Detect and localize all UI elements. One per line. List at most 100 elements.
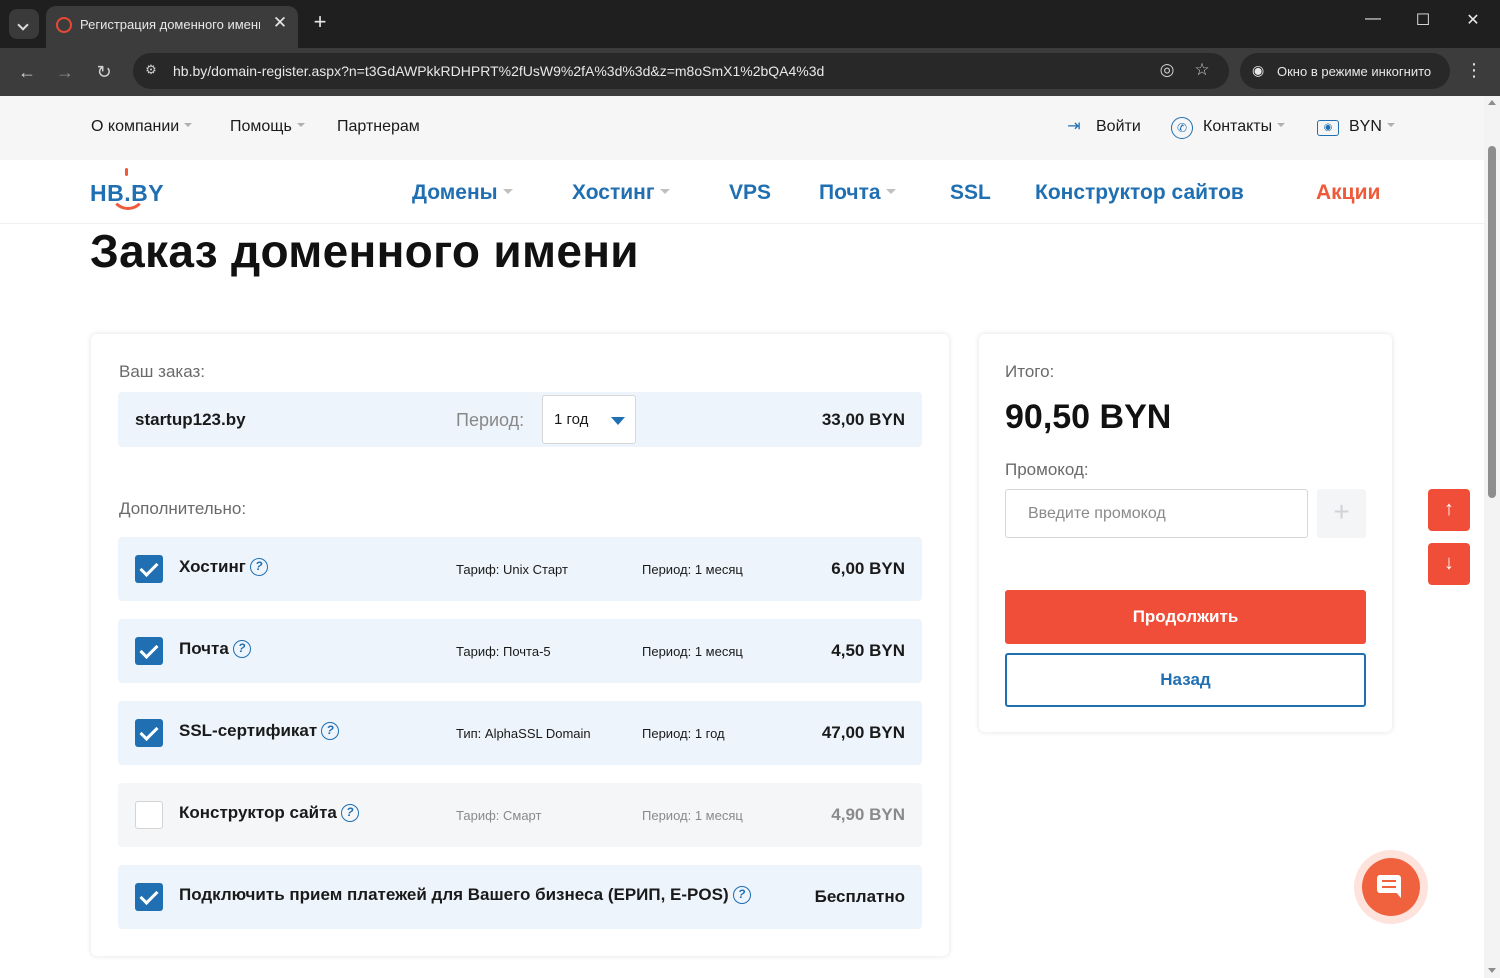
chat-button[interactable] xyxy=(1362,858,1420,916)
browser-menu-icon[interactable]: ⋮ xyxy=(1464,60,1484,81)
addon-period: Период: 1 год xyxy=(642,726,725,741)
back-arrow-icon[interactable]: ← xyxy=(14,60,40,86)
addon-tariff: Тариф: Unix Старт xyxy=(456,562,568,577)
addon-checkbox-mail[interactable] xyxy=(135,637,163,665)
scrollbar-up-arrow[interactable] xyxy=(1488,100,1496,105)
phone-icon: ✆ xyxy=(1171,117,1193,139)
nav-vps[interactable]: VPS xyxy=(729,181,771,205)
addon-checkbox-payments[interactable] xyxy=(135,883,163,911)
addon-name: Почта? xyxy=(179,639,251,659)
addon-price: Бесплатно xyxy=(814,887,905,906)
chat-icon xyxy=(1382,880,1396,888)
addon-price: 4,90 BYN xyxy=(831,805,905,824)
topbar-link-partners[interactable]: Партнерам xyxy=(337,118,420,136)
page-title: Заказ доменного имени xyxy=(90,225,639,277)
scrollbar-thumb[interactable] xyxy=(1488,146,1496,498)
chevron-down-icon xyxy=(296,123,305,128)
browser-toolbar: ← → ↻ ⚙ hb.by/domain-register.aspx?n=t3G… xyxy=(0,48,1500,96)
nav-promotions[interactable]: Акции xyxy=(1316,181,1380,205)
currency-select[interactable]: BYN xyxy=(1349,118,1395,136)
promo-label: Промокод: xyxy=(1005,460,1089,479)
topbar-link-about[interactable]: О компании xyxy=(91,118,193,136)
order-label: Ваш заказ: xyxy=(119,362,205,381)
nav-ssl[interactable]: SSL xyxy=(950,181,991,205)
help-icon[interactable]: ? xyxy=(249,557,268,576)
incognito-label: Окно в режиме инкогнито xyxy=(1277,64,1432,79)
contacts-link[interactable]: Контакты xyxy=(1203,118,1286,136)
help-icon[interactable]: ? xyxy=(732,885,751,904)
minimize-button[interactable]: — xyxy=(1361,10,1385,28)
addon-period: Период: 1 месяц xyxy=(642,562,743,577)
login-link[interactable]: Войти xyxy=(1096,118,1141,136)
scroll-down-button[interactable]: ↓ xyxy=(1428,543,1470,585)
help-icon[interactable]: ? xyxy=(232,639,251,658)
chevron-down-icon xyxy=(659,189,670,195)
page-scrollbar[interactable] xyxy=(1484,96,1500,978)
topbar-link-help[interactable]: Помощь xyxy=(230,118,305,136)
period-label: Период: xyxy=(456,410,525,430)
incognito-badge[interactable]: ◉ Окно в режиме инкогнито xyxy=(1240,53,1450,89)
top-bar: О компании Помощь Партнерам ⇥ Войти ✆ Ко… xyxy=(0,96,1484,160)
addon-row-ssl: SSL-сертификат? Тип: AlphaSSL Domain Пер… xyxy=(118,701,922,765)
close-window-button[interactable]: ✕ xyxy=(1461,10,1485,30)
chevron-down-icon xyxy=(885,189,896,195)
scroll-up-button[interactable]: ↑ xyxy=(1428,489,1470,531)
promo-code-input[interactable] xyxy=(1005,489,1308,538)
period-select[interactable]: 1 год xyxy=(542,395,636,444)
addon-name: Конструктор сайта? xyxy=(179,803,359,823)
help-icon[interactable]: ? xyxy=(321,721,340,740)
addon-name: Хостинг? xyxy=(179,557,268,577)
addon-price: 6,00 BYN xyxy=(831,559,905,578)
incognito-icon: ◉ xyxy=(1252,62,1265,78)
site-logo[interactable]: HB.BY xyxy=(90,180,164,207)
addon-row-payments: Подключить прием платежей для Вашего биз… xyxy=(118,865,922,929)
addon-name: SSL-сертификат? xyxy=(179,721,340,741)
domain-row: startup123.by Период: 1 год 33,00 BYN xyxy=(118,392,922,447)
site-header: HB.BY Домены Хостинг VPS Почта SSL Конст… xyxy=(0,160,1484,224)
nav-site-builder[interactable]: Конструктор сайтов xyxy=(1035,181,1244,205)
money-icon: ◉ xyxy=(1317,120,1339,136)
maximize-button[interactable]: ☐ xyxy=(1411,10,1435,30)
addon-price: 47,00 BYN xyxy=(821,723,905,742)
nav-domains[interactable]: Домены xyxy=(412,181,513,205)
dropdown-arrow-icon xyxy=(611,417,625,425)
browser-tab[interactable]: Регистрация доменного имени ✕ xyxy=(46,6,298,48)
nav-hosting[interactable]: Хостинг xyxy=(572,181,670,205)
chevron-down-icon xyxy=(184,123,193,128)
scrollbar-down-arrow[interactable] xyxy=(1488,968,1496,973)
continue-button[interactable]: Продолжить xyxy=(1005,590,1366,644)
chevron-down-icon xyxy=(1277,123,1286,128)
bookmark-star-icon[interactable]: ☆ xyxy=(1191,60,1213,80)
addon-period: Период: 1 месяц xyxy=(642,644,743,659)
favicon-icon xyxy=(56,17,72,33)
addon-tariff: Тариф: Почта-5 xyxy=(456,644,551,659)
tab-title: Регистрация доменного имени xyxy=(80,17,260,32)
nav-mail[interactable]: Почта xyxy=(819,181,896,205)
reload-icon[interactable]: ↻ xyxy=(91,60,117,86)
chevron-down-icon xyxy=(1386,123,1395,128)
summary-card: Итого: 90,50 BYN Промокод: + Продолжить … xyxy=(979,334,1392,732)
browser-tabbar: Регистрация доменного имени ✕ + — ☐ ✕ xyxy=(0,0,1500,48)
new-tab-button[interactable]: + xyxy=(308,9,332,35)
domain-name: startup123.by xyxy=(135,410,246,429)
addon-checkbox-hosting[interactable] xyxy=(135,555,163,583)
extras-label: Дополнительно: xyxy=(119,499,247,518)
forward-arrow-icon[interactable]: → xyxy=(52,60,78,86)
promo-apply-button[interactable]: + xyxy=(1317,489,1366,538)
help-icon[interactable]: ? xyxy=(340,803,359,822)
url-text[interactable]: hb.by/domain-register.aspx?n=t3GdAWPkkRD… xyxy=(173,63,824,79)
addon-checkbox-site-builder[interactable] xyxy=(135,801,163,829)
addon-checkbox-ssl[interactable] xyxy=(135,719,163,747)
site-info-icon[interactable]: ⚙ xyxy=(143,62,159,78)
address-bar[interactable]: ⚙ hb.by/domain-register.aspx?n=t3GdAWPkk… xyxy=(133,53,1229,89)
addon-tariff: Тариф: Смарт xyxy=(456,808,542,823)
total-label: Итого: xyxy=(1005,362,1055,381)
addon-row-site-builder: Конструктор сайта? Тариф: Смарт Период: … xyxy=(118,783,922,847)
back-button[interactable]: Назад xyxy=(1005,653,1366,707)
tab-close-icon[interactable]: ✕ xyxy=(270,13,290,33)
tab-search-button[interactable] xyxy=(9,9,39,39)
addon-period: Период: 1 месяц xyxy=(642,808,743,823)
eye-off-icon[interactable]: ◎ xyxy=(1156,60,1178,80)
total-value: 90,50 BYN xyxy=(1005,398,1172,436)
login-icon: ⇥ xyxy=(1067,118,1081,135)
